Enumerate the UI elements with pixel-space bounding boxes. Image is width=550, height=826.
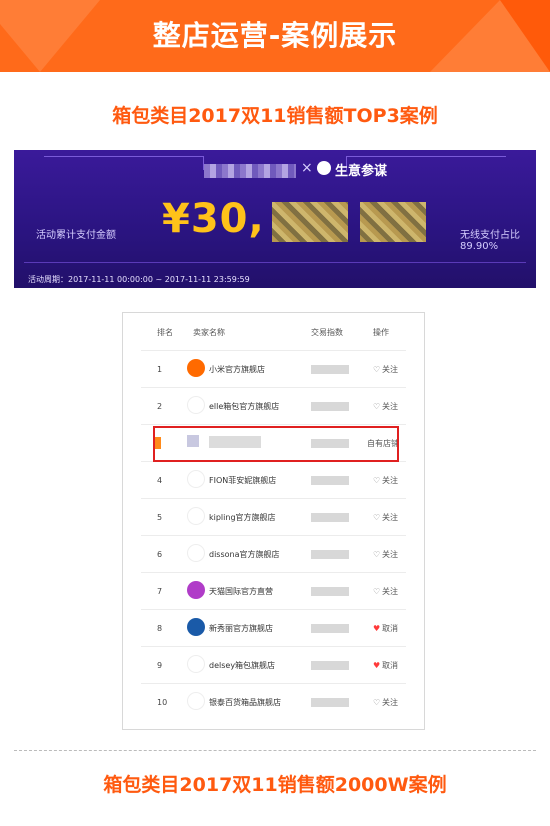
rank-number: 8 (157, 624, 163, 633)
ranking-table: 排名 卖家名称 交易指数 操作 1 小米官方旗舰店 ♡ 关注 2 elle箱包官方… (122, 312, 425, 730)
shop-name[interactable]: FION菲安妮旗舰店 (209, 475, 276, 486)
fion-logo-icon (187, 470, 205, 488)
wireless-ratio-label: 无线支付占比 89.90% (460, 230, 520, 252)
follow-button[interactable]: ♡ 关注 (373, 364, 398, 375)
multiply-icon: × (301, 160, 313, 176)
table-row: 4 FION菲安妮旗舰店 ♡ 关注 (141, 461, 406, 498)
heart-outline-icon: ♡ (373, 402, 381, 411)
shop-name[interactable]: elle箱包官方旗舰店 (209, 401, 279, 412)
column-header-seller: 卖家名称 (193, 328, 225, 337)
rank-number: 5 (157, 513, 163, 522)
blurred-trade-index (311, 550, 349, 559)
blurred-trade-index (311, 513, 349, 522)
unfollow-button[interactable]: ♥ 取消 (373, 660, 398, 671)
rank-number: 10 (157, 698, 168, 707)
table-row: 5 kipling官方旗舰店 ♡ 关注 (141, 498, 406, 535)
blurred-trade-index (311, 587, 349, 596)
blurred-amount-digits (360, 202, 426, 242)
shengyicanmou-logo-icon (317, 161, 331, 175)
rank-number: 4 (157, 476, 163, 485)
column-header-index: 交易指数 (311, 328, 343, 337)
unfollow-button[interactable]: ♥ 取消 (373, 623, 398, 634)
follow-button[interactable]: ♡ 关注 (373, 586, 398, 597)
heart-outline-icon: ♡ (373, 476, 381, 485)
table-row: 9 delsey箱包旗舰店 ♥ 取消 (141, 646, 406, 683)
highlight-box (153, 426, 399, 462)
tmall-global-logo-icon (187, 581, 205, 599)
samsonite-logo-icon (187, 618, 205, 636)
intime-logo-icon (187, 692, 205, 710)
table-row: 6 dissona官方旗舰店 ♡ 关注 (141, 535, 406, 572)
rank-number: 1 (157, 365, 163, 374)
follow-button[interactable]: ♡ 关注 (373, 475, 398, 486)
heart-outline-icon: ♡ (373, 587, 381, 596)
blurred-amount-digits (272, 202, 348, 242)
heart-filled-icon: ♥ (373, 661, 381, 670)
elle-logo-icon (187, 396, 205, 414)
activity-period: 活动周期：2017-11-11 00:00:00 ~ 2017-11-11 23… (28, 275, 250, 284)
blurred-trade-index (311, 624, 349, 633)
rank-number: 2 (157, 402, 163, 411)
rank-number: 6 (157, 550, 163, 559)
follow-button[interactable]: ♡ 关注 (373, 549, 398, 560)
delsey-logo-icon (187, 655, 205, 673)
heart-outline-icon: ♡ (373, 698, 381, 707)
total-payment-label: 活动累计支付金额 (36, 230, 116, 241)
follow-button[interactable]: ♡ 关注 (373, 512, 398, 523)
blurred-trade-index (311, 661, 349, 670)
heart-filled-icon: ♥ (373, 624, 381, 633)
page-header: 整店运营-案例展示 (0, 0, 550, 72)
section-divider (14, 750, 536, 751)
table-row: 2 elle箱包官方旗舰店 ♡ 关注 (141, 387, 406, 424)
table-row: 7 天猫国际官方直营 ♡ 关注 (141, 572, 406, 609)
shop-name[interactable]: delsey箱包旗舰店 (209, 660, 275, 671)
table-row: 1 小米官方旗舰店 ♡ 关注 (141, 350, 406, 387)
follow-button[interactable]: ♡ 关注 (373, 697, 398, 708)
blurred-trade-index (311, 402, 349, 411)
shop-name[interactable]: 天猫国际官方直营 (209, 586, 273, 597)
shop-name[interactable]: 银泰百货箱品旗舰店 (209, 697, 281, 708)
shop-name[interactable]: 新秀丽官方旗舰店 (209, 623, 273, 634)
column-header-action: 操作 (373, 328, 389, 337)
heart-outline-icon: ♡ (373, 365, 381, 374)
blurred-trade-index (311, 476, 349, 485)
heart-outline-icon: ♡ (373, 550, 381, 559)
follow-button[interactable]: ♡ 关注 (373, 401, 398, 412)
payment-amount: ¥30, (162, 196, 265, 242)
rank-number: 7 (157, 587, 163, 596)
banner-decoration (24, 262, 526, 263)
shop-name[interactable]: dissona官方旗舰店 (209, 549, 280, 560)
shop-name[interactable]: kipling官方旗舰店 (209, 512, 276, 523)
xiaomi-logo-icon (187, 359, 205, 377)
wireless-ratio-value: 89.90% (460, 241, 499, 252)
blurred-trade-index (311, 365, 349, 374)
heart-outline-icon: ♡ (373, 513, 381, 522)
banner-logo-text: 生意参谋 (335, 164, 388, 179)
rank-number: 9 (157, 661, 163, 670)
column-header-rank: 排名 (157, 328, 173, 337)
table-row: 8 新秀丽官方旗舰店 ♥ 取消 (141, 609, 406, 646)
blurred-brand-name (204, 164, 296, 178)
table-row: 10 银泰百货箱品旗舰店 ♡ 关注 (141, 683, 406, 720)
dissona-logo-icon (187, 544, 205, 562)
banner-decoration (44, 156, 204, 170)
section-title-2000w: 箱包类目2017双11销售额2000W案例 (103, 774, 447, 796)
sales-banner: × 生意参谋 活动累计支付金额 ¥30, 无线支付占比 89.90% 活动周期：… (14, 150, 536, 288)
blurred-trade-index (311, 698, 349, 707)
kipling-logo-icon (187, 507, 205, 525)
section-title-top3: 箱包类目2017双11销售额TOP3案例 (112, 105, 438, 127)
shop-name[interactable]: 小米官方旗舰店 (209, 364, 265, 375)
page-title: 整店运营-案例展示 (152, 19, 398, 52)
